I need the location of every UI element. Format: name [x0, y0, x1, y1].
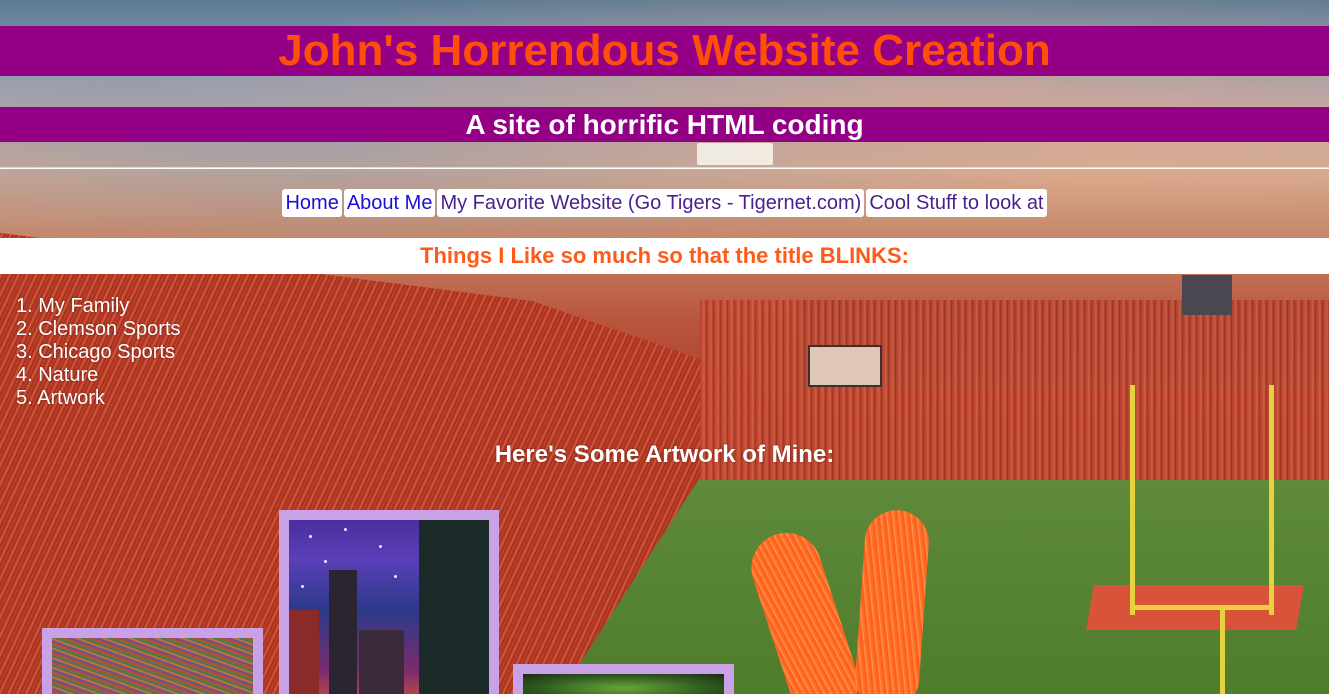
star-icon [394, 575, 397, 578]
list-item: 3. Chicago Sports [16, 341, 175, 363]
star-icon [301, 585, 304, 588]
list-item: 2. Clemson Sports [16, 318, 181, 340]
building-shape [419, 520, 489, 694]
star-icon [309, 535, 312, 538]
building-shape [329, 570, 357, 694]
artwork-image-green [523, 674, 724, 694]
nav-link-home[interactable]: Home [282, 189, 342, 217]
artwork-heading: Here's Some Artwork of Mine: [494, 441, 835, 468]
nav-bar: Home About Me My Favorite Website (Go Tige… [0, 189, 1329, 217]
star-icon [344, 528, 347, 531]
list-item: 4. Nature [16, 364, 99, 386]
list-item: 1. My Family [16, 295, 130, 317]
artwork-frame-3 [513, 664, 734, 694]
artwork-image-city-night [289, 520, 489, 694]
star-icon [379, 545, 382, 548]
building-shape [359, 630, 404, 694]
artwork-frame-1 [42, 628, 263, 694]
likes-heading: Things I Like so much so that the title … [0, 238, 1329, 274]
artwork-image-abstract [52, 638, 253, 694]
artwork-frame-2 [279, 510, 499, 694]
likes-list: 1. My Family 2. Clemson Sports 3. Chicag… [16, 295, 181, 410]
building-shape [289, 610, 319, 694]
page-content: John's Horrendous Website Creation A sit… [0, 0, 1329, 694]
horizontal-rule [0, 167, 1329, 169]
site-subtitle: A site of horrific HTML coding [0, 107, 1329, 142]
site-title: John's Horrendous Website Creation [0, 26, 1329, 76]
nav-link-favorite-website[interactable]: My Favorite Website (Go Tigers - Tigerne… [437, 189, 865, 217]
star-icon [324, 560, 327, 563]
list-item: 5. Artwork [16, 387, 105, 409]
nav-link-cool-stuff[interactable]: Cool Stuff to look at [866, 189, 1047, 217]
nav-link-about-me[interactable]: About Me [343, 189, 436, 217]
